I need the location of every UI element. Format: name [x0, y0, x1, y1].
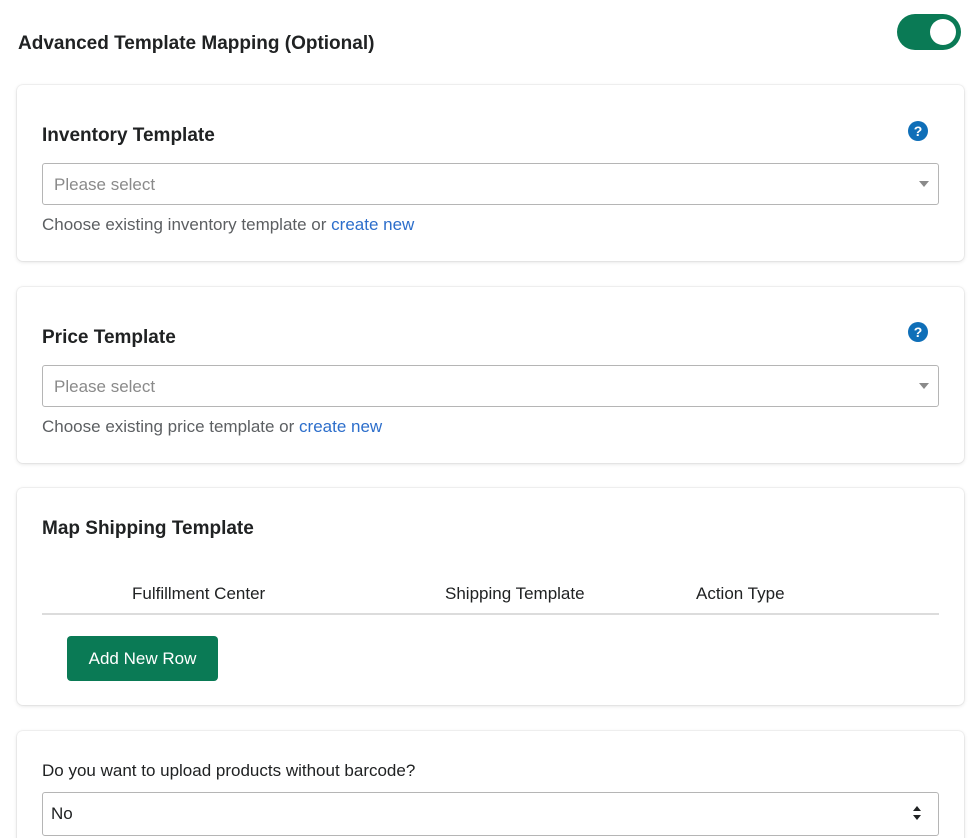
chevron-down-icon: [919, 383, 929, 389]
page: Advanced Template Mapping (Optional) Inv…: [0, 0, 980, 838]
shipping-template-title: Map Shipping Template: [42, 518, 254, 539]
inventory-help-text: Choose existing inventory template or: [42, 215, 332, 234]
add-new-row-button[interactable]: Add New Row: [67, 636, 218, 681]
price-template-select[interactable]: Please select: [42, 365, 939, 407]
barcode-select[interactable]: No: [42, 792, 939, 836]
price-template-card: Price Template ? Please select Choose ex…: [17, 287, 964, 463]
column-header-shipping-template: Shipping Template: [445, 584, 585, 603]
inventory-template-placeholder: Please select: [54, 175, 156, 194]
section-title: Advanced Template Mapping (Optional): [18, 33, 375, 54]
price-create-new-link[interactable]: create new: [299, 417, 382, 436]
help-icon[interactable]: ?: [908, 322, 928, 342]
help-icon[interactable]: ?: [908, 121, 928, 141]
table-divider: [42, 613, 939, 615]
barcode-card: Do you want to upload products without b…: [17, 731, 964, 838]
inventory-template-card: Inventory Template ? Please select Choos…: [17, 85, 964, 261]
inventory-template-help: Choose existing inventory template or cr…: [42, 215, 414, 235]
inventory-template-title: Inventory Template: [42, 125, 215, 146]
shipping-template-card: Map Shipping Template Fulfillment Center…: [17, 488, 964, 705]
price-template-placeholder: Please select: [54, 377, 156, 396]
price-template-title: Price Template: [42, 327, 176, 348]
inventory-create-new-link[interactable]: create new: [331, 215, 414, 234]
toggle-knob: [930, 19, 956, 45]
inventory-template-select[interactable]: Please select: [42, 163, 939, 205]
column-header-action-type: Action Type: [696, 584, 785, 603]
barcode-selected-value: No: [51, 804, 73, 823]
price-template-help: Choose existing price template or create…: [42, 417, 382, 437]
barcode-question: Do you want to upload products without b…: [42, 761, 416, 780]
up-down-arrows-icon: [913, 806, 923, 822]
price-help-text: Choose existing price template or: [42, 417, 300, 436]
column-header-fulfillment-center: Fulfillment Center: [132, 584, 266, 603]
chevron-down-icon: [919, 181, 929, 187]
advanced-mapping-toggle[interactable]: [897, 14, 961, 50]
